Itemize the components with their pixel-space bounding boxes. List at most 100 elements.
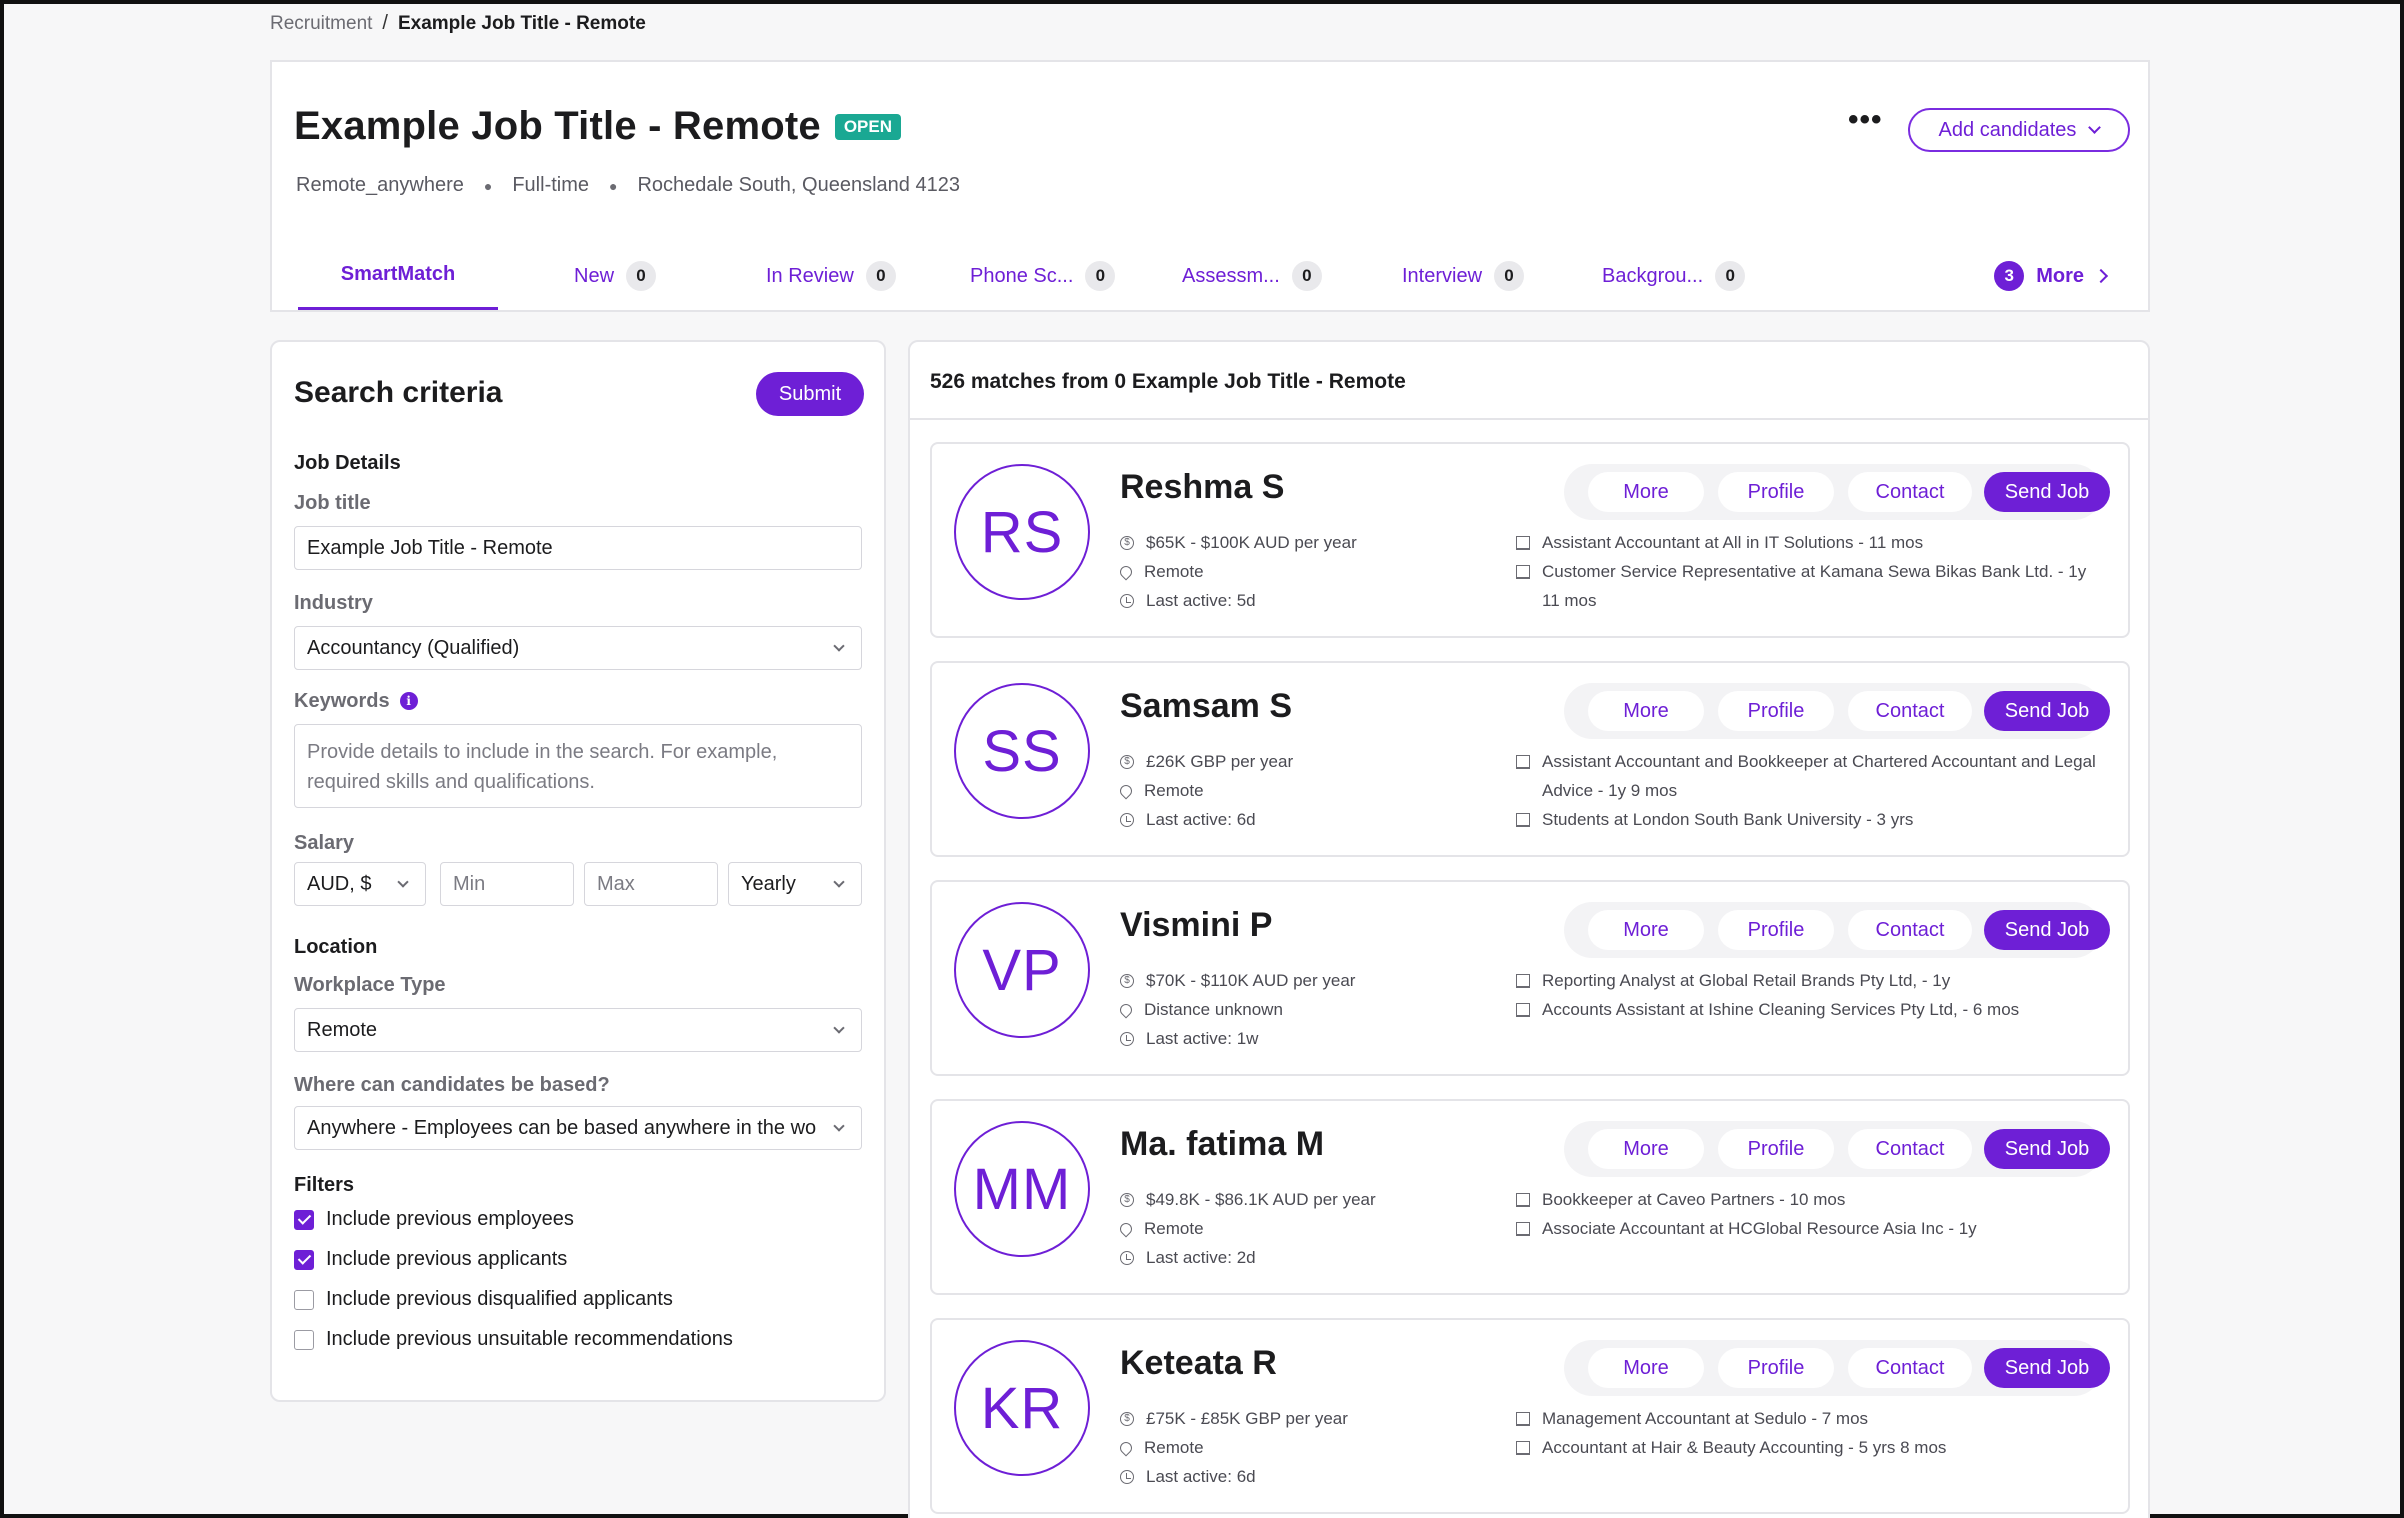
contact-button[interactable]: Contact xyxy=(1848,910,1972,950)
job-title-label: Job title xyxy=(294,492,371,514)
chevron-down-icon xyxy=(2088,121,2102,134)
job-type: Full-time xyxy=(512,174,590,196)
job-title-input[interactable]: Example Job Title - Remote xyxy=(294,526,862,570)
candidate-salary: $70K - $110K AUD per year xyxy=(1146,970,1356,990)
filter-previous-employees[interactable]: Include previous employees xyxy=(294,1208,574,1231)
tab-assessment[interactable]: Assessm... 0 xyxy=(1182,242,1322,310)
salary-min-placeholder: Min xyxy=(453,872,486,895)
send-job-button[interactable]: Send Job xyxy=(1984,1129,2110,1169)
salary-max-input[interactable]: Max xyxy=(584,862,718,906)
checkbox-checked[interactable] xyxy=(294,1209,314,1230)
candidate-experience: Assistant Accountant at All in IT Soluti… xyxy=(1516,528,2096,615)
candidate-actions: More Profile Contact Send Job xyxy=(1564,683,2110,739)
location-row: Remote xyxy=(1117,1214,1376,1243)
dollar-icon: $ xyxy=(1120,1411,1134,1426)
avatar: VP xyxy=(954,902,1090,1038)
more-options-icon[interactable]: ••• xyxy=(1848,105,1883,135)
salary-period-select[interactable]: Yearly xyxy=(728,862,862,906)
candidate-card[interactable]: KR Keteata R $ £75K - £85K GBP per year R… xyxy=(930,1318,2130,1514)
candidate-card[interactable]: SS Samsam S $ £26K GBP per year Remote La… xyxy=(930,661,2130,857)
candidate-location: Remote xyxy=(1144,1218,1204,1238)
more-button[interactable]: More xyxy=(1588,691,1704,731)
contact-button[interactable]: Contact xyxy=(1848,472,1972,512)
more-button[interactable]: More xyxy=(1588,1129,1704,1169)
status-badge: OPEN xyxy=(834,113,902,140)
candidate-name[interactable]: Reshma S xyxy=(1120,468,1284,507)
salary-row: $ $65K - $100K AUD per year xyxy=(1120,528,1357,557)
tab-smartmatch[interactable]: SmartMatch xyxy=(298,242,498,310)
industry-value: Accountancy (Qualified) xyxy=(307,636,520,659)
candidate-experience: Bookkeeper at Caveo Partners - 10 mos As… xyxy=(1516,1185,2096,1243)
salary-currency-value: AUD, $ xyxy=(307,872,372,895)
industry-select[interactable]: Accountancy (Qualified) xyxy=(294,626,862,670)
filter-disqualified-applicants[interactable]: Include previous disqualified applicants xyxy=(294,1288,673,1311)
avatar: MM xyxy=(954,1121,1090,1257)
info-icon[interactable]: i xyxy=(399,692,418,710)
tab-count-badge: 0 xyxy=(1291,261,1322,291)
building-icon xyxy=(1516,1441,1530,1455)
send-job-button[interactable]: Send Job xyxy=(1984,472,2110,512)
clock-icon xyxy=(1120,1031,1134,1046)
location-pin-icon xyxy=(1117,1439,1135,1456)
tab-label: Backgrou... xyxy=(1602,264,1704,287)
building-icon xyxy=(1516,536,1530,550)
send-job-button[interactable]: Send Job xyxy=(1984,1348,2110,1388)
salary-min-input[interactable]: Min xyxy=(440,862,574,906)
breadcrumb-recruitment-link[interactable]: Recruitment xyxy=(270,13,372,35)
more-button[interactable]: More xyxy=(1588,1348,1704,1388)
candidate-name[interactable]: Ma. fatima M xyxy=(1120,1125,1324,1164)
checkbox-unchecked[interactable] xyxy=(294,1329,314,1350)
profile-button[interactable]: Profile xyxy=(1718,691,1834,731)
candidate-salary: £26K GBP per year xyxy=(1146,751,1294,771)
candidate-name[interactable]: Samsam S xyxy=(1120,687,1292,726)
contact-button[interactable]: Contact xyxy=(1848,1348,1972,1388)
tab-count-badge: 0 xyxy=(1085,261,1116,291)
location-row: Distance unknown xyxy=(1117,995,1355,1024)
tab-background-check[interactable]: Backgrou... 0 xyxy=(1602,242,1746,310)
filter-unsuitable-recommendations[interactable]: Include previous unsuitable recommendati… xyxy=(294,1328,733,1351)
keywords-textarea[interactable]: Provide details to include in the search… xyxy=(294,724,862,808)
checkbox-unchecked[interactable] xyxy=(294,1289,314,1310)
salary-row: $ £26K GBP per year xyxy=(1120,747,1293,776)
candidate-last-active: Last active: 6d xyxy=(1146,1466,1256,1486)
tabs-more-button[interactable]: 3 More xyxy=(1994,242,2109,310)
candidate-card[interactable]: VP Vismini P $ $70K - $110K AUD per year … xyxy=(930,880,2130,1076)
profile-button[interactable]: Profile xyxy=(1718,472,1834,512)
dollar-icon: $ xyxy=(1120,1192,1134,1207)
profile-button[interactable]: Profile xyxy=(1718,910,1834,950)
submit-button[interactable]: Submit xyxy=(756,372,864,416)
last-active-row: Last active: 6d xyxy=(1120,1462,1348,1491)
profile-button[interactable]: Profile xyxy=(1718,1129,1834,1169)
candidate-name[interactable]: Vismini P xyxy=(1120,906,1272,945)
tab-interview[interactable]: Interview 0 xyxy=(1402,242,1525,310)
candidate-card[interactable]: MM Ma. fatima M $ $49.8K - $86.1K AUD per… xyxy=(930,1099,2130,1295)
experience-item: Customer Service Representative at Kaman… xyxy=(1516,557,2096,615)
candidate-name[interactable]: Keteata R xyxy=(1120,1344,1277,1383)
candidates-based-select[interactable]: Anywhere - Employees can be based anywhe… xyxy=(294,1106,862,1150)
location-heading: Location xyxy=(294,936,378,958)
experience-text: Students at London South Bank University… xyxy=(1542,810,1914,829)
experience-item: Assistant Accountant and Bookkeeper at C… xyxy=(1516,747,2096,805)
candidate-experience: Assistant Accountant and Bookkeeper at C… xyxy=(1516,747,2096,834)
send-job-button[interactable]: Send Job xyxy=(1984,691,2110,731)
tab-phone-screen[interactable]: Phone Sc... 0 xyxy=(970,242,1116,310)
location-pin-icon xyxy=(1117,1220,1135,1237)
filter-previous-applicants[interactable]: Include previous applicants xyxy=(294,1248,567,1271)
more-button[interactable]: More xyxy=(1588,472,1704,512)
profile-button[interactable]: Profile xyxy=(1718,1348,1834,1388)
job-header: Example Job Title - Remote OPEN Remote_a… xyxy=(270,60,2150,312)
salary-currency-select[interactable]: AUD, $ xyxy=(294,862,426,906)
more-button[interactable]: More xyxy=(1588,910,1704,950)
candidate-card[interactable]: RS Reshma S $ $65K - $100K AUD per year R… xyxy=(930,442,2130,638)
tab-in-review[interactable]: In Review 0 xyxy=(766,242,896,310)
contact-button[interactable]: Contact xyxy=(1848,691,1972,731)
candidate-location: Remote xyxy=(1144,561,1204,581)
workplace-type-select[interactable]: Remote xyxy=(294,1008,862,1052)
checkbox-checked[interactable] xyxy=(294,1249,314,1270)
add-candidates-button[interactable]: Add candidates xyxy=(1908,108,2130,152)
candidate-info: $ £26K GBP per year Remote Last active: 6… xyxy=(1117,747,1293,834)
contact-button[interactable]: Contact xyxy=(1848,1129,1972,1169)
tab-new[interactable]: New 0 xyxy=(574,242,657,310)
send-job-button[interactable]: Send Job xyxy=(1984,910,2110,950)
building-icon xyxy=(1516,974,1530,988)
